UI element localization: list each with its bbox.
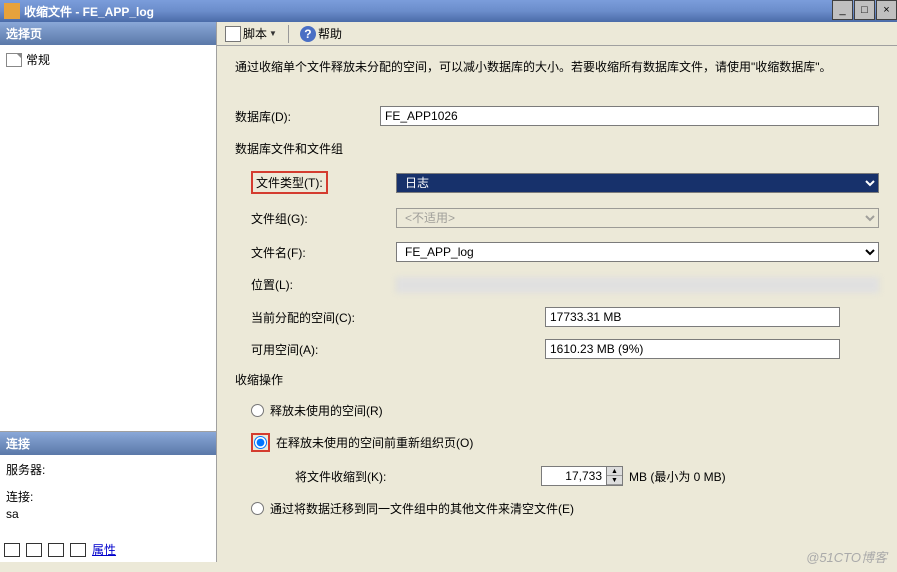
form-body: 通过收缩单个文件释放未分配的空间，可以减小数据库的大小。若要收缩所有数据库文件，… [217, 46, 897, 562]
description-text: 通过收缩单个文件释放未分配的空间，可以减小数据库的大小。若要收缩所有数据库文件，… [235, 58, 879, 76]
toolbar: 脚本 ▼ ? 帮助 [217, 22, 897, 46]
content-pane: 脚本 ▼ ? 帮助 通过收缩单个文件释放未分配的空间，可以减小数据库的大小。若要… [217, 22, 897, 562]
filegroup-label: 文件组(G): [251, 210, 396, 227]
allocated-value: 17733.31 MB [545, 307, 840, 327]
script-label: 脚本 [243, 25, 267, 42]
connection-info: 服务器: 连接: sa [0, 455, 216, 537]
tool-icon-1[interactable] [26, 543, 42, 557]
tool-icon-2[interactable] [48, 543, 64, 557]
filegroup-select: <不适用> [396, 208, 879, 228]
sidebar-tree: 常规 [0, 45, 216, 431]
radio-empty-input[interactable] [251, 502, 264, 515]
properties-link[interactable]: 属性 [92, 541, 116, 558]
radio-empty-file[interactable]: 通过将数据迁移到同一文件组中的其他文件来清空文件(E) [235, 500, 879, 517]
minimize-button[interactable]: _ [832, 0, 853, 20]
sidebar-connection: 连接 服务器: 连接: sa [0, 431, 216, 537]
watermark: @51CTO博客 [806, 547, 887, 566]
sidebar-conn-header: 连接 [0, 432, 216, 455]
toolbar-separator [288, 25, 289, 43]
radio-reorganize[interactable]: 在释放未使用的空间前重新组织页(O) [235, 433, 879, 452]
window-title: 收缩文件 - FE_APP_log [24, 3, 831, 20]
radio-empty-label: 通过将数据迁移到同一文件组中的其他文件来清空文件(E) [270, 500, 574, 517]
shrink-to-input[interactable] [541, 466, 607, 486]
filegroup-row: 文件组(G): <不适用> [235, 208, 879, 228]
script-button[interactable]: 脚本 ▼ [221, 24, 281, 43]
sidebar: 选择页 常规 连接 服务器: 连接: sa 属性 [0, 22, 217, 562]
sidebar-select-header: 选择页 [0, 22, 216, 45]
free-label: 可用空间(A): [235, 341, 545, 358]
chevron-down-icon: ▼ [269, 29, 277, 38]
allocated-label: 当前分配的空间(C): [235, 309, 545, 326]
radio-release-label: 释放未使用的空间(R) [270, 402, 383, 419]
shrink-to-suffix: MB (最小为 0 MB) [629, 468, 726, 485]
database-row: 数据库(D): FE_APP1026 [235, 106, 879, 126]
close-button[interactable]: × [876, 0, 897, 20]
allocated-row: 当前分配的空间(C): 17733.31 MB [235, 307, 879, 327]
server-label: 服务器: [6, 461, 210, 478]
app-icon [4, 3, 20, 19]
radio-reorganize-label: 在释放未使用的空间前重新组织页(O) [276, 434, 473, 451]
script-icon [225, 26, 241, 42]
shrink-section-title: 收缩操作 [235, 371, 879, 388]
radio-reorganize-highlight [251, 433, 270, 452]
shrink-to-spinner[interactable]: ▲▼ [541, 466, 623, 486]
filename-row: 文件名(F): FE_APP_log [235, 242, 879, 262]
filename-select[interactable]: FE_APP_log [396, 242, 879, 262]
database-label: 数据库(D): [235, 108, 380, 125]
database-value: FE_APP1026 [380, 106, 879, 126]
help-label: 帮助 [318, 25, 342, 42]
conn-label: 连接: [6, 488, 210, 505]
location-row: 位置(L): [235, 276, 879, 293]
radio-release-unused[interactable]: 释放未使用的空间(R) [235, 402, 879, 419]
filegroup-section-title: 数据库文件和文件组 [235, 140, 879, 157]
shrink-to-label: 将文件收缩到(K): [295, 468, 535, 485]
spinner-up-icon[interactable]: ▲ [607, 467, 622, 476]
help-button[interactable]: ? 帮助 [296, 24, 346, 43]
spinner-buttons[interactable]: ▲▼ [607, 466, 623, 486]
maximize-button[interactable]: □ [854, 0, 875, 20]
filetype-select[interactable]: 日志 [396, 173, 879, 193]
free-row: 可用空间(A): 1610.23 MB (9%) [235, 339, 879, 359]
location-value-blurred [396, 277, 879, 293]
radio-reorganize-input[interactable] [254, 436, 267, 449]
filetype-label: 文件类型(T): [251, 171, 328, 194]
help-icon: ? [300, 26, 316, 42]
filename-label: 文件名(F): [251, 244, 396, 261]
free-value: 1610.23 MB (9%) [545, 339, 840, 359]
keyboard-icon[interactable] [4, 543, 20, 557]
sidebar-item-general[interactable]: 常规 [4, 49, 212, 70]
sidebar-footer: 属性 [0, 537, 216, 562]
sidebar-item-label: 常规 [26, 51, 50, 68]
filetype-row: 文件类型(T): 日志 [235, 171, 879, 194]
radio-release-input[interactable] [251, 404, 264, 417]
shrink-to-row: 将文件收缩到(K): ▲▼ MB (最小为 0 MB) [235, 466, 879, 486]
page-icon [6, 53, 22, 67]
conn-value: sa [6, 507, 210, 521]
window-titlebar: 收缩文件 - FE_APP_log _ □ × [0, 0, 897, 22]
window-controls: _ □ × [831, 0, 897, 22]
location-label: 位置(L): [251, 276, 396, 293]
spinner-down-icon[interactable]: ▼ [607, 476, 622, 485]
tool-icon-3[interactable] [70, 543, 86, 557]
main-layout: 选择页 常规 连接 服务器: 连接: sa 属性 [0, 22, 897, 562]
